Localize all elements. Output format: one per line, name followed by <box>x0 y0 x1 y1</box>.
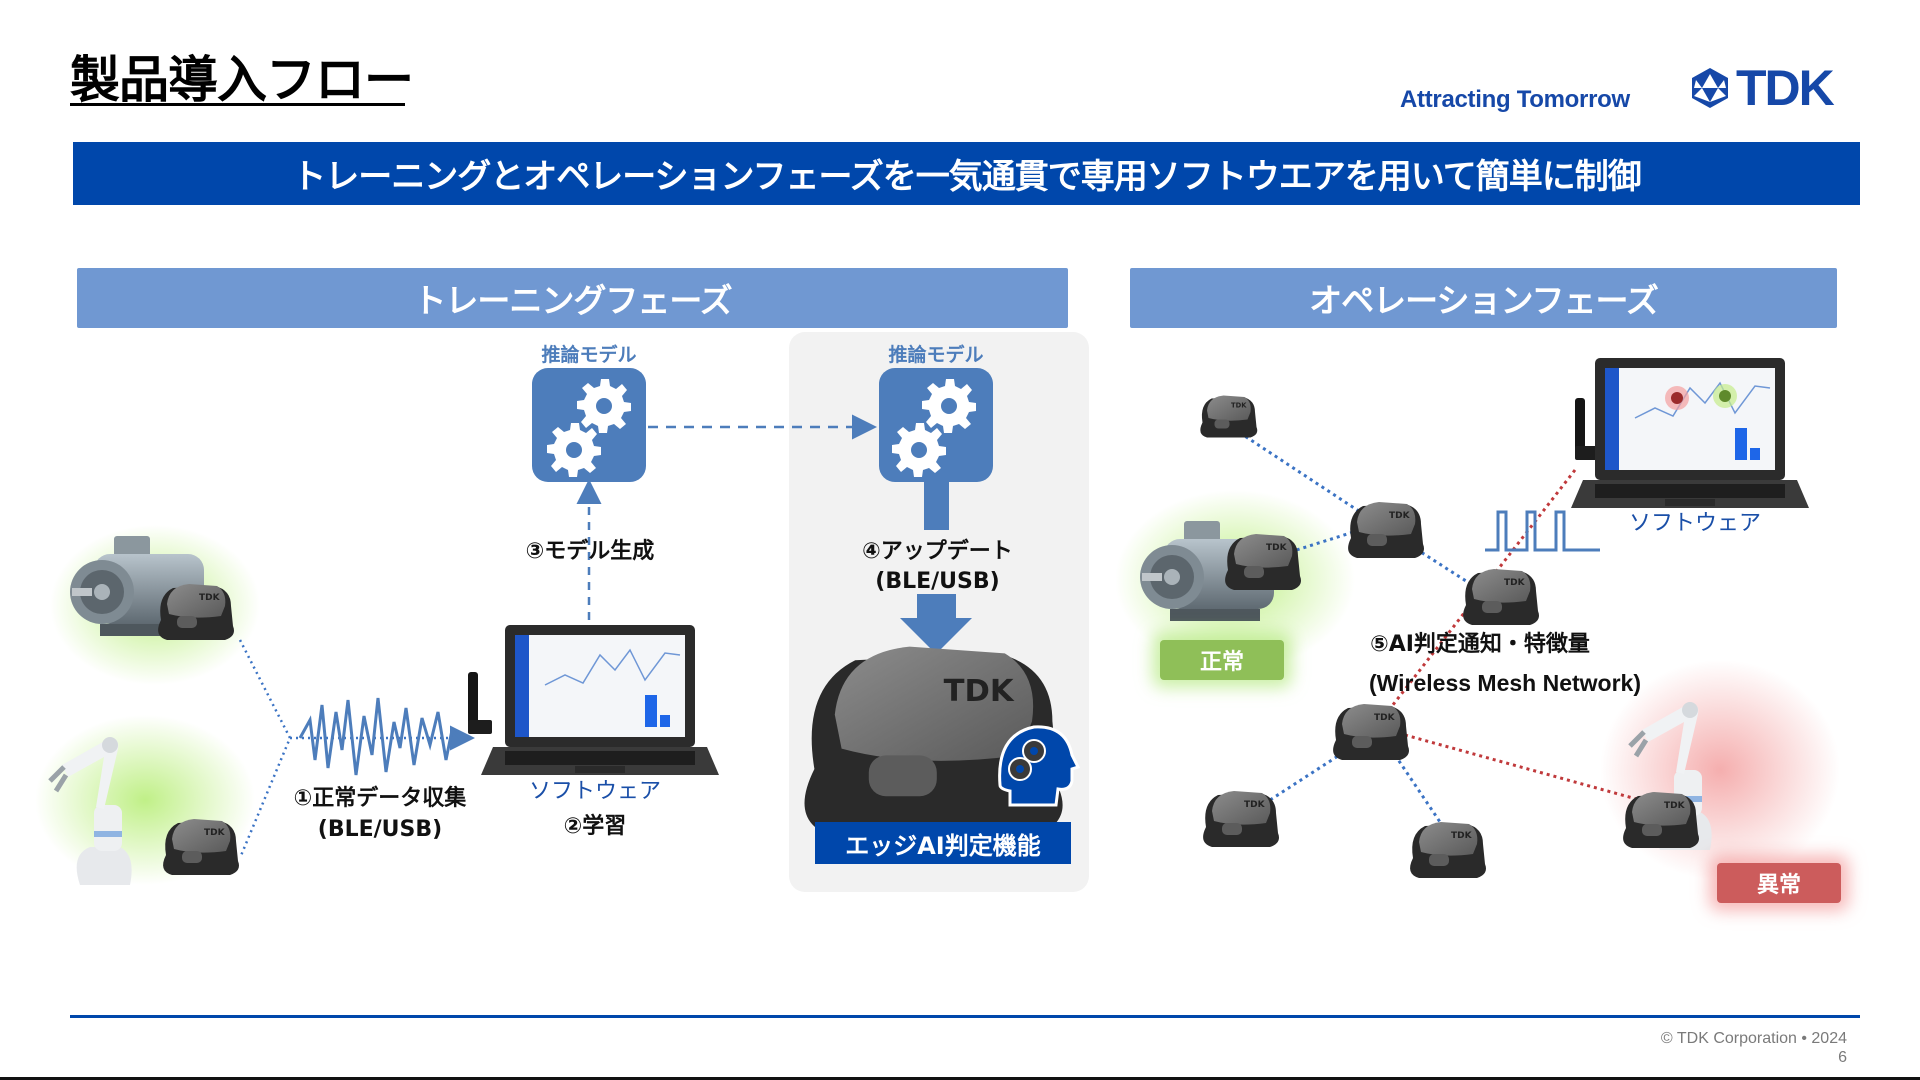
step1-data-collection-label: ①正常データ収集 <box>293 786 467 811</box>
gear-icon <box>892 423 946 477</box>
inference-model-label-edge: 推論モデル <box>888 344 984 366</box>
status-badge-normal: 正常 <box>1160 640 1284 680</box>
tdk-sensor-icon <box>1203 791 1279 847</box>
step3-model-generation-label: ③モデル生成 <box>525 539 655 564</box>
tdk-sensor-icon <box>1410 822 1486 878</box>
alert-indicator-red <box>1671 392 1683 404</box>
inference-model-label: 推論モデル <box>541 344 637 366</box>
step1-data-collection-sub-label: (BLE/USB) <box>317 817 443 842</box>
tdk-sensor-icon <box>158 584 234 640</box>
gear-icon <box>922 379 976 433</box>
status-indicator-green <box>1719 390 1731 402</box>
tdk-sensor-icon <box>1200 395 1258 438</box>
update-arrow-icon <box>900 594 972 654</box>
receiver-antenna-icon <box>468 672 492 734</box>
operation-software-label: ソフトウェア <box>1628 511 1761 536</box>
gear-icon <box>547 423 601 477</box>
status-badge-abnormal: 異常 <box>1717 863 1841 903</box>
page-number: 6 <box>1838 1049 1847 1066</box>
training-software-label: ソフトウェア <box>528 779 661 804</box>
tdk-sensor-icon <box>1623 792 1699 848</box>
gear-icon <box>577 379 631 433</box>
tdk-sensor-icon <box>1225 534 1301 590</box>
tdk-sensor-icon <box>1463 569 1539 625</box>
update-connector <box>924 480 949 530</box>
software-laptop-icon <box>480 624 720 776</box>
tdk-sensor-icon <box>1348 502 1424 558</box>
footer-copyright: © TDK Corporation • 2024 6 <box>1661 1029 1847 1067</box>
step4-update-label: ④アップデート <box>862 539 1013 564</box>
pulse-signal-icon <box>1485 510 1600 552</box>
ai-brain-gears-icon <box>998 725 1080 807</box>
software-laptop-icon <box>1570 357 1810 509</box>
footer-rule <box>70 1015 1860 1018</box>
step5-ai-notification-label: ⑤AI判定通知・特徴量 <box>1370 632 1590 657</box>
tdk-sensor-icon <box>163 819 239 875</box>
step2-learning-label: ②学習 <box>563 814 627 839</box>
step5-mesh-network-label: (Wireless Mesh Network) <box>1368 670 1642 696</box>
tdk-sensor-icon <box>1333 704 1409 760</box>
vibration-waveform-icon <box>298 697 462 776</box>
mesh-link <box>1393 754 1442 823</box>
copyright-text: © TDK Corporation • 2024 <box>1660 1030 1847 1047</box>
step4-update-sub-label: (BLE/USB) <box>875 569 1000 594</box>
edge-ai-judgment-label: エッジAI判定機能 <box>815 822 1071 864</box>
